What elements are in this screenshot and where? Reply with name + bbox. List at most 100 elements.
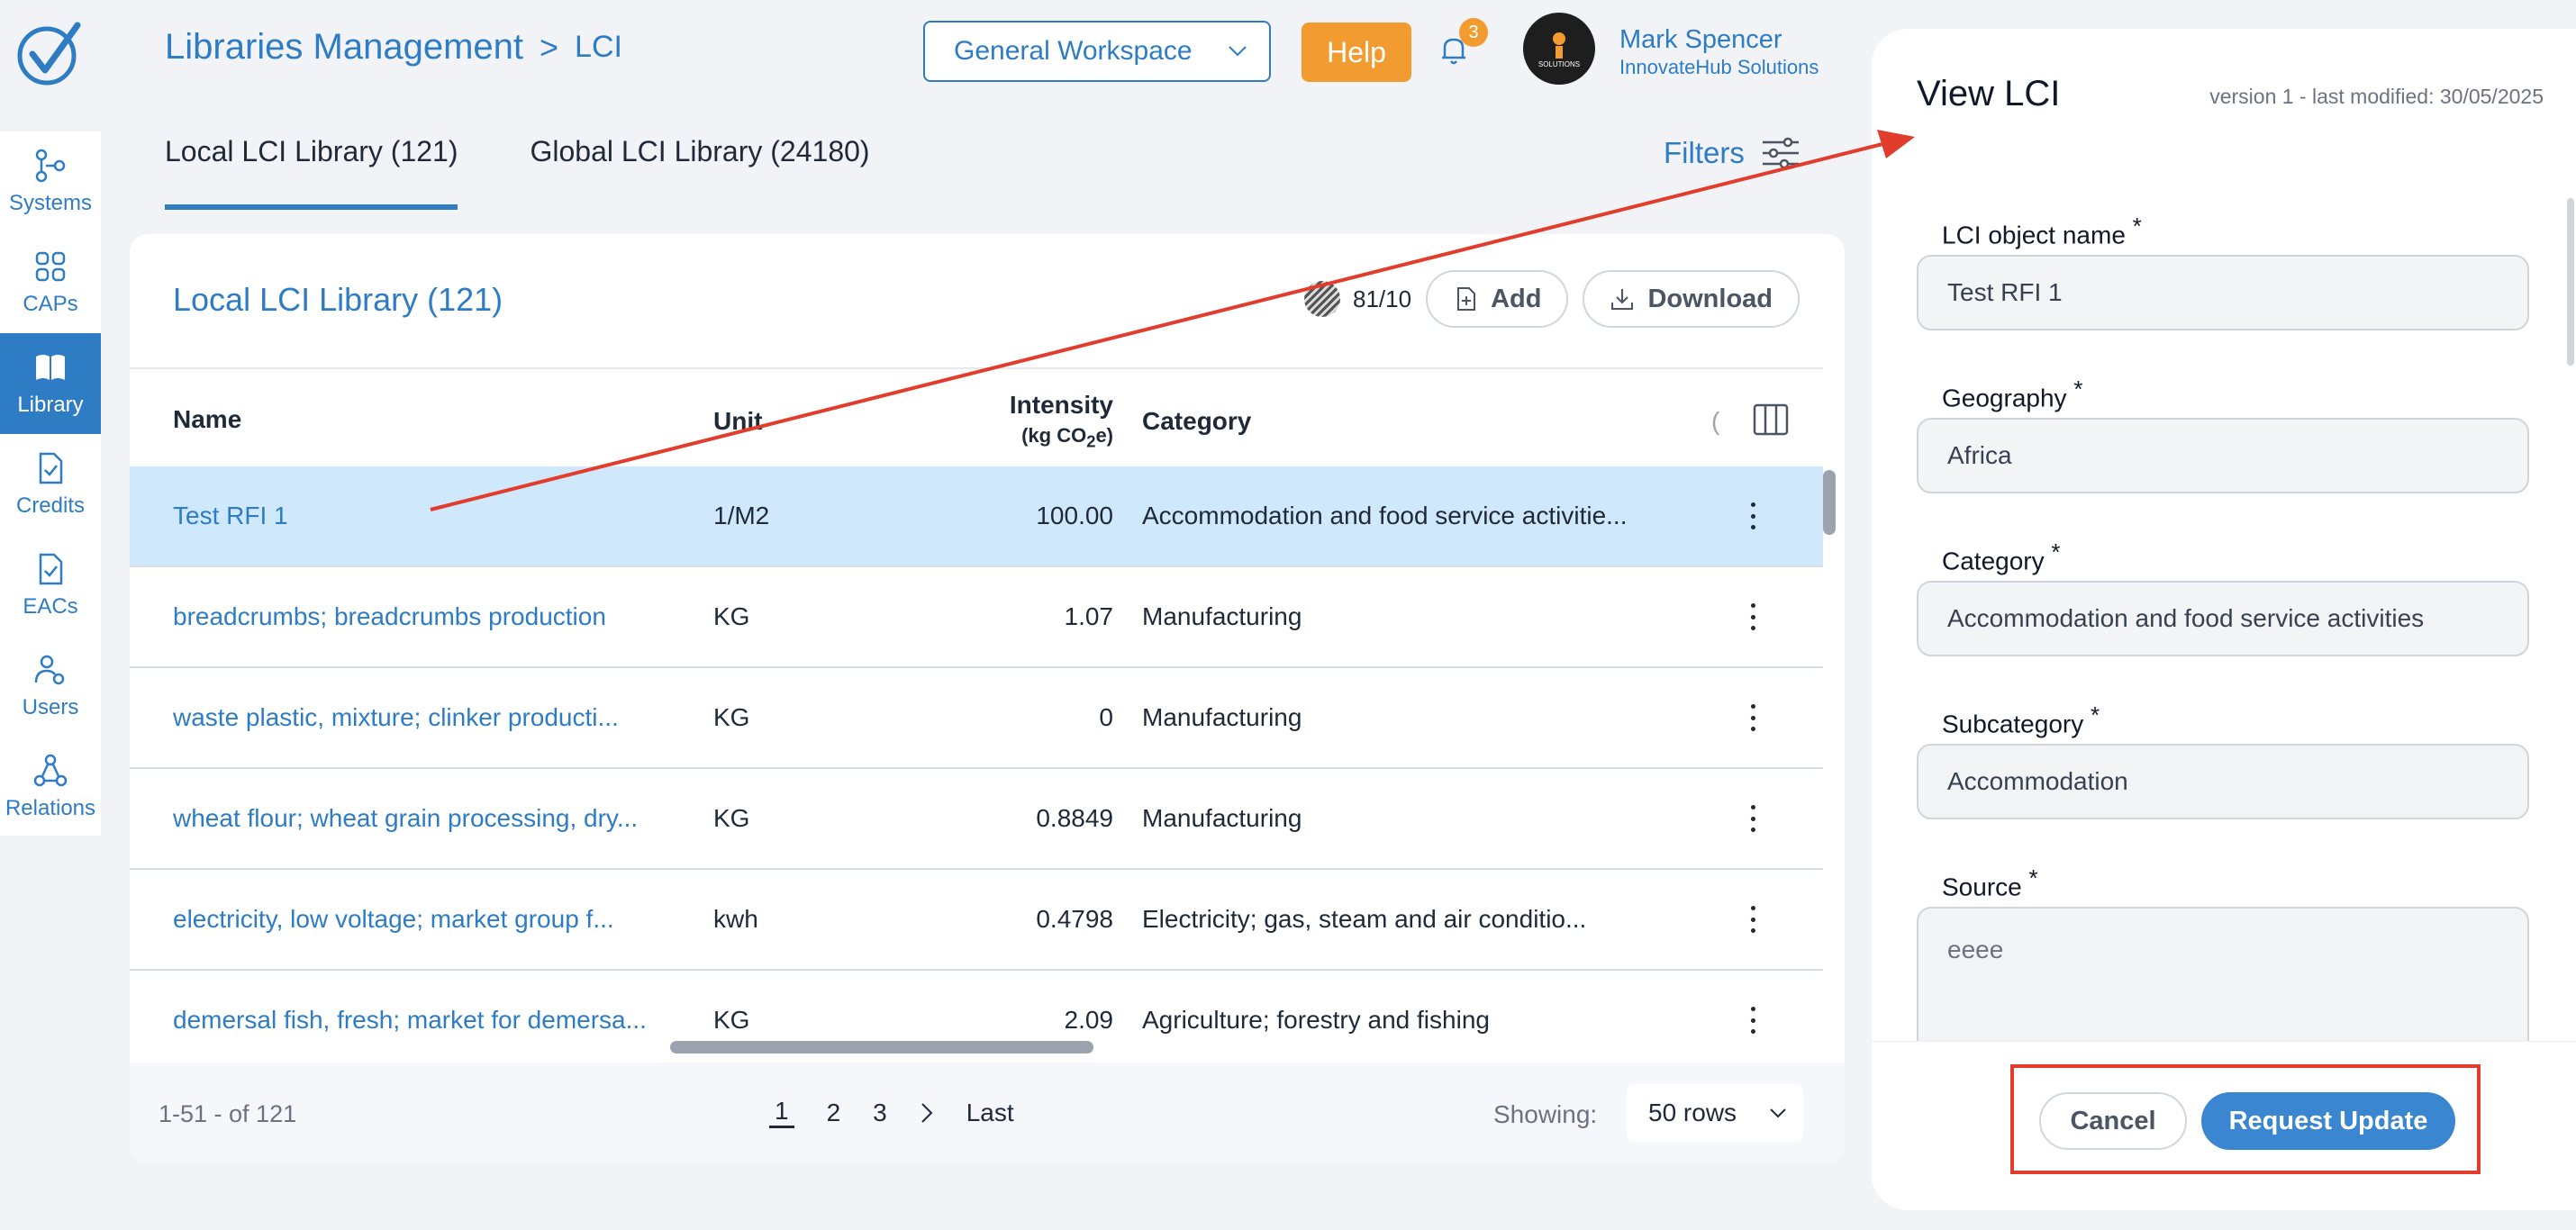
workspace-select-value: General Workspace bbox=[954, 36, 1193, 66]
field-label-subcategory: Subcategory * bbox=[1942, 701, 2100, 738]
sidebar-item-systems[interactable]: Systems bbox=[0, 131, 101, 232]
sidebar-item-label: Users bbox=[22, 695, 79, 719]
geography-field[interactable]: Africa bbox=[1917, 418, 2529, 493]
required-mark: * bbox=[2132, 213, 2142, 240]
sidebar-item-label: Relations bbox=[5, 796, 96, 820]
avatar-logo-icon bbox=[1553, 32, 1565, 59]
row-category: Manufacturing bbox=[1142, 602, 1302, 630]
row-name-link[interactable]: electricity, low voltage; market group f… bbox=[173, 870, 614, 969]
library-card: Local LCI Library (121) 81/10 Add Downlo… bbox=[130, 234, 1845, 1163]
row-intensity: 0.8849 bbox=[1036, 804, 1113, 832]
intensity-unit-suffix: e) bbox=[1095, 424, 1113, 447]
last-page-link[interactable]: Last bbox=[966, 1099, 1014, 1127]
vertical-scrollbar[interactable] bbox=[1823, 470, 1836, 535]
user-name[interactable]: Mark Spencer bbox=[1619, 25, 1782, 55]
row-unit: KG bbox=[713, 804, 750, 832]
intensity-unit-subscript: 2 bbox=[1086, 431, 1096, 451]
sidebar-item-credits[interactable]: Credits bbox=[0, 434, 101, 535]
systems-icon bbox=[35, 149, 66, 183]
help-button[interactable]: Help bbox=[1302, 23, 1411, 82]
row-name-link[interactable]: waste plastic, mixture; clinker producti… bbox=[173, 668, 619, 767]
app-logo[interactable] bbox=[13, 16, 88, 92]
checkmark-logo-icon bbox=[17, 22, 81, 86]
breadcrumb-root[interactable]: Libraries Management bbox=[165, 27, 523, 68]
chevron-right-icon[interactable] bbox=[920, 1101, 934, 1125]
page-3-link[interactable]: 3 bbox=[873, 1099, 887, 1127]
row-menu-icon[interactable] bbox=[1747, 805, 1758, 832]
sidebar-item-relations[interactable]: Relations bbox=[0, 737, 101, 837]
field-label-text: Source bbox=[1942, 873, 2022, 901]
field-label-text: Category bbox=[1942, 547, 2045, 575]
sidebar-item-label: Systems bbox=[8, 191, 92, 215]
pagination: 1 2 3 Last bbox=[769, 1097, 1014, 1128]
page-2-link[interactable]: 2 bbox=[827, 1099, 841, 1127]
horizontal-scrollbar[interactable] bbox=[670, 1041, 1093, 1054]
column-header-category[interactable]: Category bbox=[1142, 407, 1251, 436]
category-field[interactable]: Accommodation and food service activitie… bbox=[1917, 581, 2529, 656]
sidebar-item-caps[interactable]: CAPs bbox=[0, 232, 101, 333]
notification-badge: 3 bbox=[1459, 18, 1488, 47]
row-category: Electricity; gas, steam and air conditio… bbox=[1142, 905, 1587, 933]
column-header-intensity[interactable]: Intensity (kg CO2e) bbox=[1010, 391, 1113, 451]
row-menu-icon[interactable] bbox=[1747, 603, 1758, 630]
table-row[interactable]: electricity, low voltage; market group f… bbox=[130, 870, 1823, 971]
sidebar-item-eacs[interactable]: EACs bbox=[0, 535, 101, 636]
lci-object-name-field[interactable]: Test RFI 1 bbox=[1917, 255, 2529, 330]
rows-per-page-select[interactable]: 50 rows bbox=[1627, 1084, 1803, 1142]
showing-label: Showing: bbox=[1493, 1100, 1598, 1128]
column-header-name[interactable]: Name bbox=[173, 405, 241, 434]
usage-total: 10 bbox=[1385, 285, 1412, 312]
sidebar-item-users[interactable]: Users bbox=[0, 636, 101, 737]
row-menu-icon[interactable] bbox=[1747, 906, 1758, 933]
breadcrumb: Libraries Management > LCI bbox=[165, 27, 622, 68]
sidebar-item-label: CAPs bbox=[23, 292, 78, 316]
add-file-icon bbox=[1457, 287, 1476, 311]
usage-ring-icon bbox=[1304, 281, 1340, 317]
field-label-text: Geography bbox=[1942, 384, 2067, 412]
table-row[interactable]: Test RFI 1 1/M2 100.00 Accommodation and fo… bbox=[130, 466, 1823, 567]
download-button[interactable]: Download bbox=[1583, 270, 1800, 328]
row-name-link[interactable]: demersal fish, fresh; market for demersa… bbox=[173, 971, 647, 1070]
row-intensity: 0 bbox=[1099, 703, 1113, 731]
subcategory-field[interactable]: Accommodation bbox=[1917, 744, 2529, 819]
row-unit: 1/M2 bbox=[713, 502, 770, 529]
tab-global-library[interactable]: Global LCI Library (24180) bbox=[530, 135, 869, 210]
annotation-highlight-box bbox=[2010, 1064, 2481, 1174]
sidebar-item-label: EACs bbox=[23, 594, 78, 619]
row-name-link[interactable]: wheat flour; wheat grain processing, dry… bbox=[173, 769, 638, 868]
panel-version: version 1 - last modified: 30/05/2025 bbox=[2209, 85, 2544, 108]
avatar[interactable]: SOLUTIONS bbox=[1523, 13, 1595, 85]
table-row[interactable]: wheat flour; wheat grain processing, dry… bbox=[130, 769, 1823, 870]
row-name-link[interactable]: Test RFI 1 bbox=[173, 466, 288, 565]
table-row[interactable]: breadcrumbs; breadcrumbs production KG 1.0… bbox=[130, 567, 1823, 668]
download-icon bbox=[1611, 289, 1634, 310]
add-button[interactable]: Add bbox=[1426, 270, 1569, 328]
row-name-link[interactable]: breadcrumbs; breadcrumbs production bbox=[173, 567, 606, 666]
panel-title: View LCI bbox=[1917, 74, 2061, 113]
row-menu-icon[interactable] bbox=[1747, 704, 1758, 731]
table-body: Test RFI 1 1/M2 100.00 Accommodation and fo… bbox=[130, 466, 1823, 1072]
column-header-unit[interactable]: Unit bbox=[713, 407, 762, 436]
field-label-object-name: LCI object name * bbox=[1942, 213, 2142, 249]
source-field[interactable]: eeee bbox=[1917, 907, 2529, 1042]
sliders-icon bbox=[1762, 137, 1799, 169]
sidebar-item-library[interactable]: Library bbox=[0, 333, 101, 434]
workspace-select[interactable]: General Workspace bbox=[923, 21, 1271, 82]
avatar-text: SOLUTIONS bbox=[1537, 59, 1581, 68]
users-gear-icon bbox=[34, 655, 65, 685]
table-row[interactable]: demersal fish, fresh; market for demersa… bbox=[130, 971, 1823, 1072]
relations-icon bbox=[33, 754, 68, 787]
book-icon bbox=[36, 355, 65, 380]
columns-icon[interactable] bbox=[1753, 403, 1789, 436]
table-row[interactable]: waste plastic, mixture; clinker producti… bbox=[130, 668, 1823, 769]
panel-scrollbar[interactable] bbox=[2567, 198, 2574, 366]
filters-button[interactable]: Filters bbox=[1664, 135, 1800, 171]
usage-used: 81 bbox=[1353, 285, 1379, 312]
tab-local-library[interactable]: Local LCI Library (121) bbox=[165, 135, 458, 210]
card-title: Local LCI Library (121) bbox=[173, 281, 503, 318]
page-1-link[interactable]: 1 bbox=[769, 1097, 794, 1128]
document-check-icon bbox=[39, 452, 63, 484]
row-menu-icon[interactable] bbox=[1747, 502, 1758, 529]
user-organization: InnovateHub Solutions bbox=[1619, 56, 1819, 78]
row-menu-icon[interactable] bbox=[1747, 1007, 1758, 1034]
